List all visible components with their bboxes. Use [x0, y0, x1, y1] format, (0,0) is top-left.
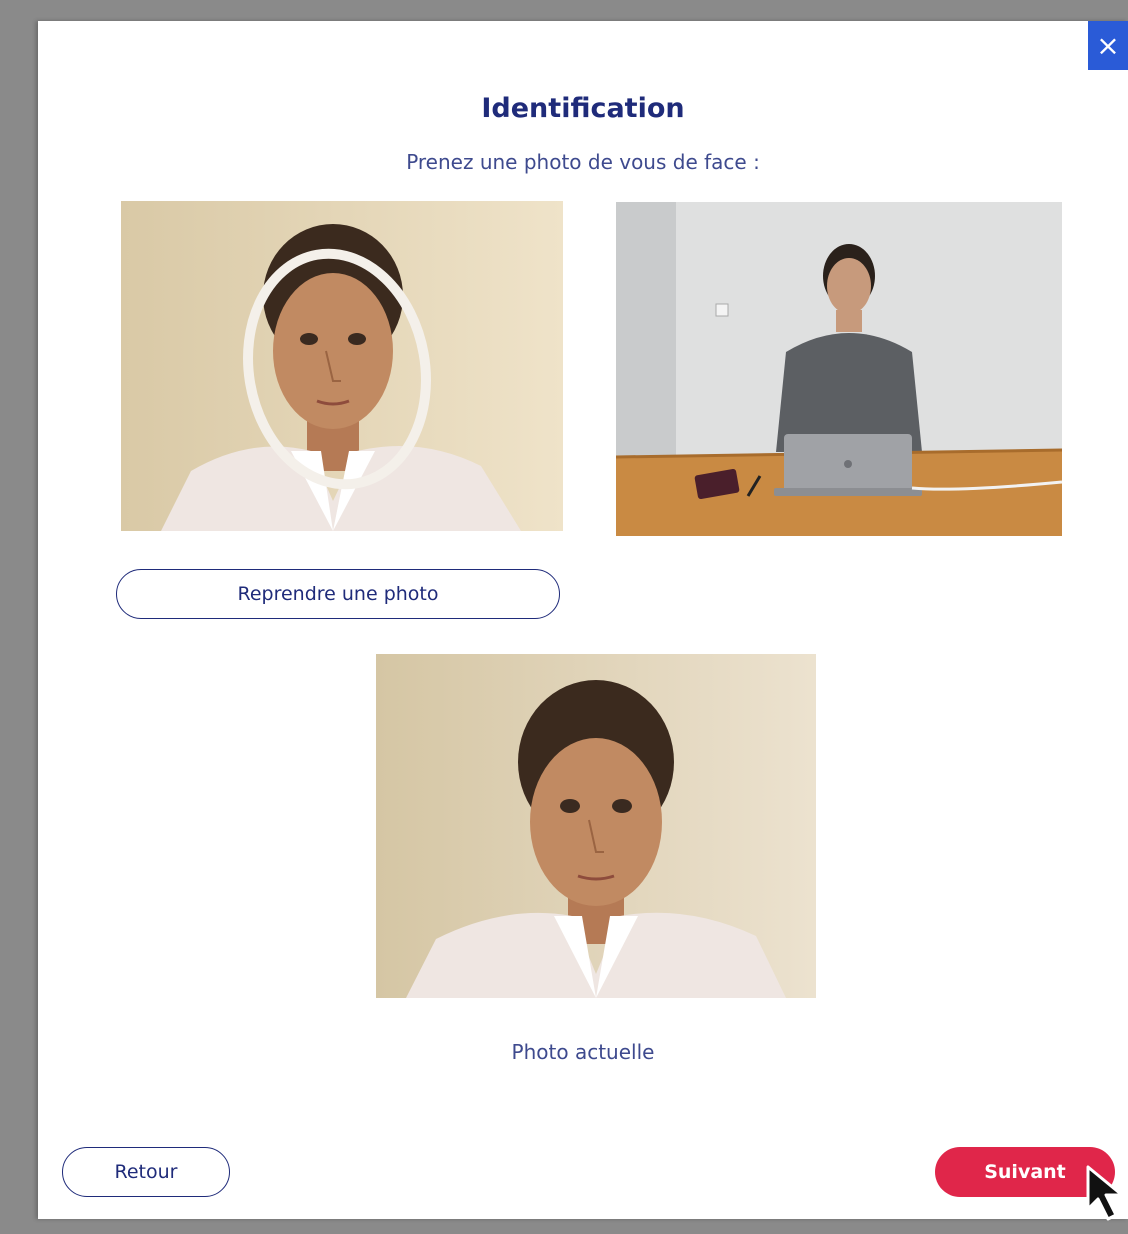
current-photo [376, 654, 816, 998]
back-button[interactable]: Retour [62, 1147, 230, 1197]
modal-title: Identification [481, 93, 685, 124]
selfie-preview-photo [121, 201, 563, 531]
retake-photo-button[interactable]: Reprendre une photo [116, 569, 560, 619]
next-button[interactable]: Suivant [935, 1147, 1115, 1197]
example-photo [616, 202, 1062, 536]
close-icon: × [1096, 28, 1120, 62]
identification-modal: × Identification Prenez une photo de vou… [38, 21, 1128, 1219]
modal-subtitle: Prenez une photo de vous de face : [406, 150, 760, 174]
close-button[interactable]: × [1088, 21, 1128, 70]
current-photo-caption: Photo actuelle [511, 1040, 655, 1064]
